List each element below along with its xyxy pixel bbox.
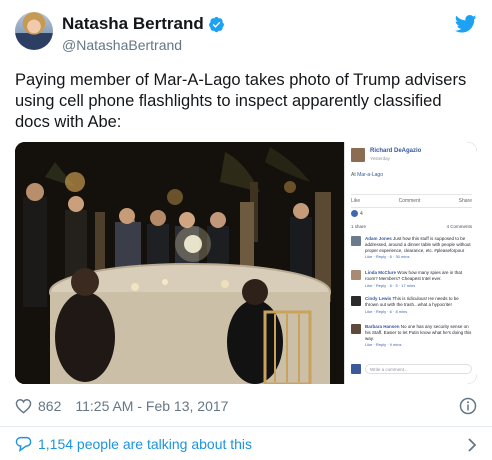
fb-location: At Mar-a-Lago <box>351 172 383 178</box>
fb-location-name: Mar-a-Lago <box>357 172 383 178</box>
author-name-row: Natasha Bertrand <box>62 14 225 34</box>
fb-share-count: 1 share <box>351 224 367 229</box>
fb-commenter-name: Barbara Hansen <box>365 324 400 329</box>
fb-comment-footer: Like · Reply · 9 mins <box>365 342 402 348</box>
fb-comment: Barbara Hansen No one has any security s… <box>351 324 472 348</box>
fb-commenter-avatar <box>351 236 361 246</box>
fb-like-action: Like <box>351 198 361 204</box>
verified-icon <box>208 16 224 32</box>
dinner-photo[interactable] <box>15 142 344 384</box>
fb-commenter-avatar <box>351 296 361 306</box>
fb-commenter-name: Cindy Lewis <box>365 296 392 301</box>
author-avatar[interactable] <box>15 12 53 50</box>
footer-divider <box>0 426 492 427</box>
fb-location-prefix: At <box>351 172 356 178</box>
twitter-bird-icon[interactable] <box>455 15 477 33</box>
dinner-scene-image <box>15 142 344 384</box>
fb-like-icon <box>351 210 358 217</box>
fb-post-header: Richard DeAgazio Yesterday <box>351 148 421 162</box>
fb-write-comment-box: Write a comment... <box>365 364 472 374</box>
heart-icon[interactable] <box>15 398 32 414</box>
author-handle[interactable]: @NatashaBertrand <box>62 37 182 53</box>
facebook-post-screenshot: Richard DeAgazio Yesterday At Mar-a-Lago… <box>344 142 477 384</box>
fb-commenter-name: Adam Jones <box>365 236 392 241</box>
fb-comment: Adam Jones Just how this stuff is suppos… <box>351 236 472 260</box>
tweet-text: Paying member of Mar-A-Lago takes photo … <box>15 71 467 131</box>
fb-commenter-avatar <box>351 324 361 334</box>
fb-reaction-count: 4 <box>360 210 363 217</box>
fb-comment: Linda McClure Wow how many spies are in … <box>351 270 472 288</box>
fb-write-comment: Write a comment... <box>351 364 472 374</box>
author-display-name[interactable]: Natasha Bertrand <box>62 14 204 34</box>
talking-count[interactable]: 1,154 people are talking about this <box>38 436 252 452</box>
chevron-right-icon[interactable] <box>467 438 477 452</box>
like-count[interactable]: 862 <box>38 398 61 414</box>
tweet-timestamp[interactable]: 11:25 AM - Feb 13, 2017 <box>75 398 228 414</box>
fb-reactions: 4 <box>351 210 363 217</box>
info-icon[interactable] <box>459 397 477 415</box>
fb-comment-count: 4 Comments <box>446 224 472 229</box>
fb-action-bar: Like Comment Share <box>351 194 472 208</box>
tweet-media[interactable]: Richard DeAgazio Yesterday At Mar-a-Lago… <box>15 142 477 384</box>
tweet-card: Natasha Bertrand @NatashaBertrand Paying… <box>0 0 492 460</box>
fb-comment: Cindy Lewis This is ridiculous! He needs… <box>351 296 472 314</box>
fb-comment-footer: Like · Reply · 6 · 8 mins <box>365 308 408 314</box>
tweet-meta-row: 862 11:25 AM - Feb 13, 2017 <box>15 396 477 416</box>
fb-share-action: Share <box>458 198 472 204</box>
fb-author-avatar <box>351 148 365 162</box>
fb-author-name: Richard DeAgazio <box>370 148 422 154</box>
fb-comment-action: Comment <box>398 198 421 204</box>
fb-post-time: Yesterday <box>370 156 390 161</box>
fb-commenter-avatar <box>351 270 361 280</box>
fb-comment-footer: Like · Reply · 6 · 30 mins <box>365 254 410 260</box>
fb-viewer-avatar <box>351 364 361 374</box>
conversation-link[interactable]: 1,154 people are talking about this <box>15 436 252 452</box>
fb-post-meta: 1 share 4 Comments <box>351 224 472 229</box>
fb-comment-footer: Like · Reply · 6 · 5 · 17 mins <box>365 282 416 288</box>
comment-bubble-icon <box>15 436 32 452</box>
fb-commenter-name: Linda McClure <box>365 270 397 275</box>
